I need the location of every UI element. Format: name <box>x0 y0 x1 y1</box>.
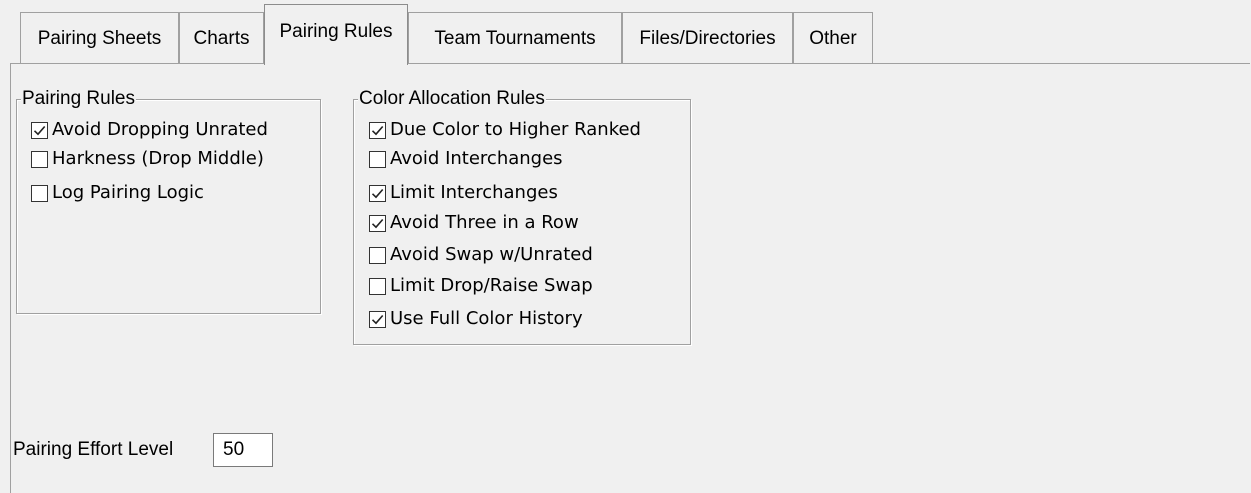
tab-pairing-rules[interactable]: Pairing Rules <box>264 4 408 65</box>
tab-files-directories[interactable]: Files/Directories <box>622 12 793 64</box>
tab-team-tournaments[interactable]: Team Tournaments <box>408 12 622 64</box>
tab-strip: Pairing Sheets Charts Pairing Rules Team… <box>0 0 1251 65</box>
tab-other[interactable]: Other <box>793 12 873 64</box>
tab-pairing-sheets[interactable]: Pairing Sheets <box>20 12 179 64</box>
tab-charts[interactable]: Charts <box>179 12 264 64</box>
tab-panel <box>10 63 1250 493</box>
